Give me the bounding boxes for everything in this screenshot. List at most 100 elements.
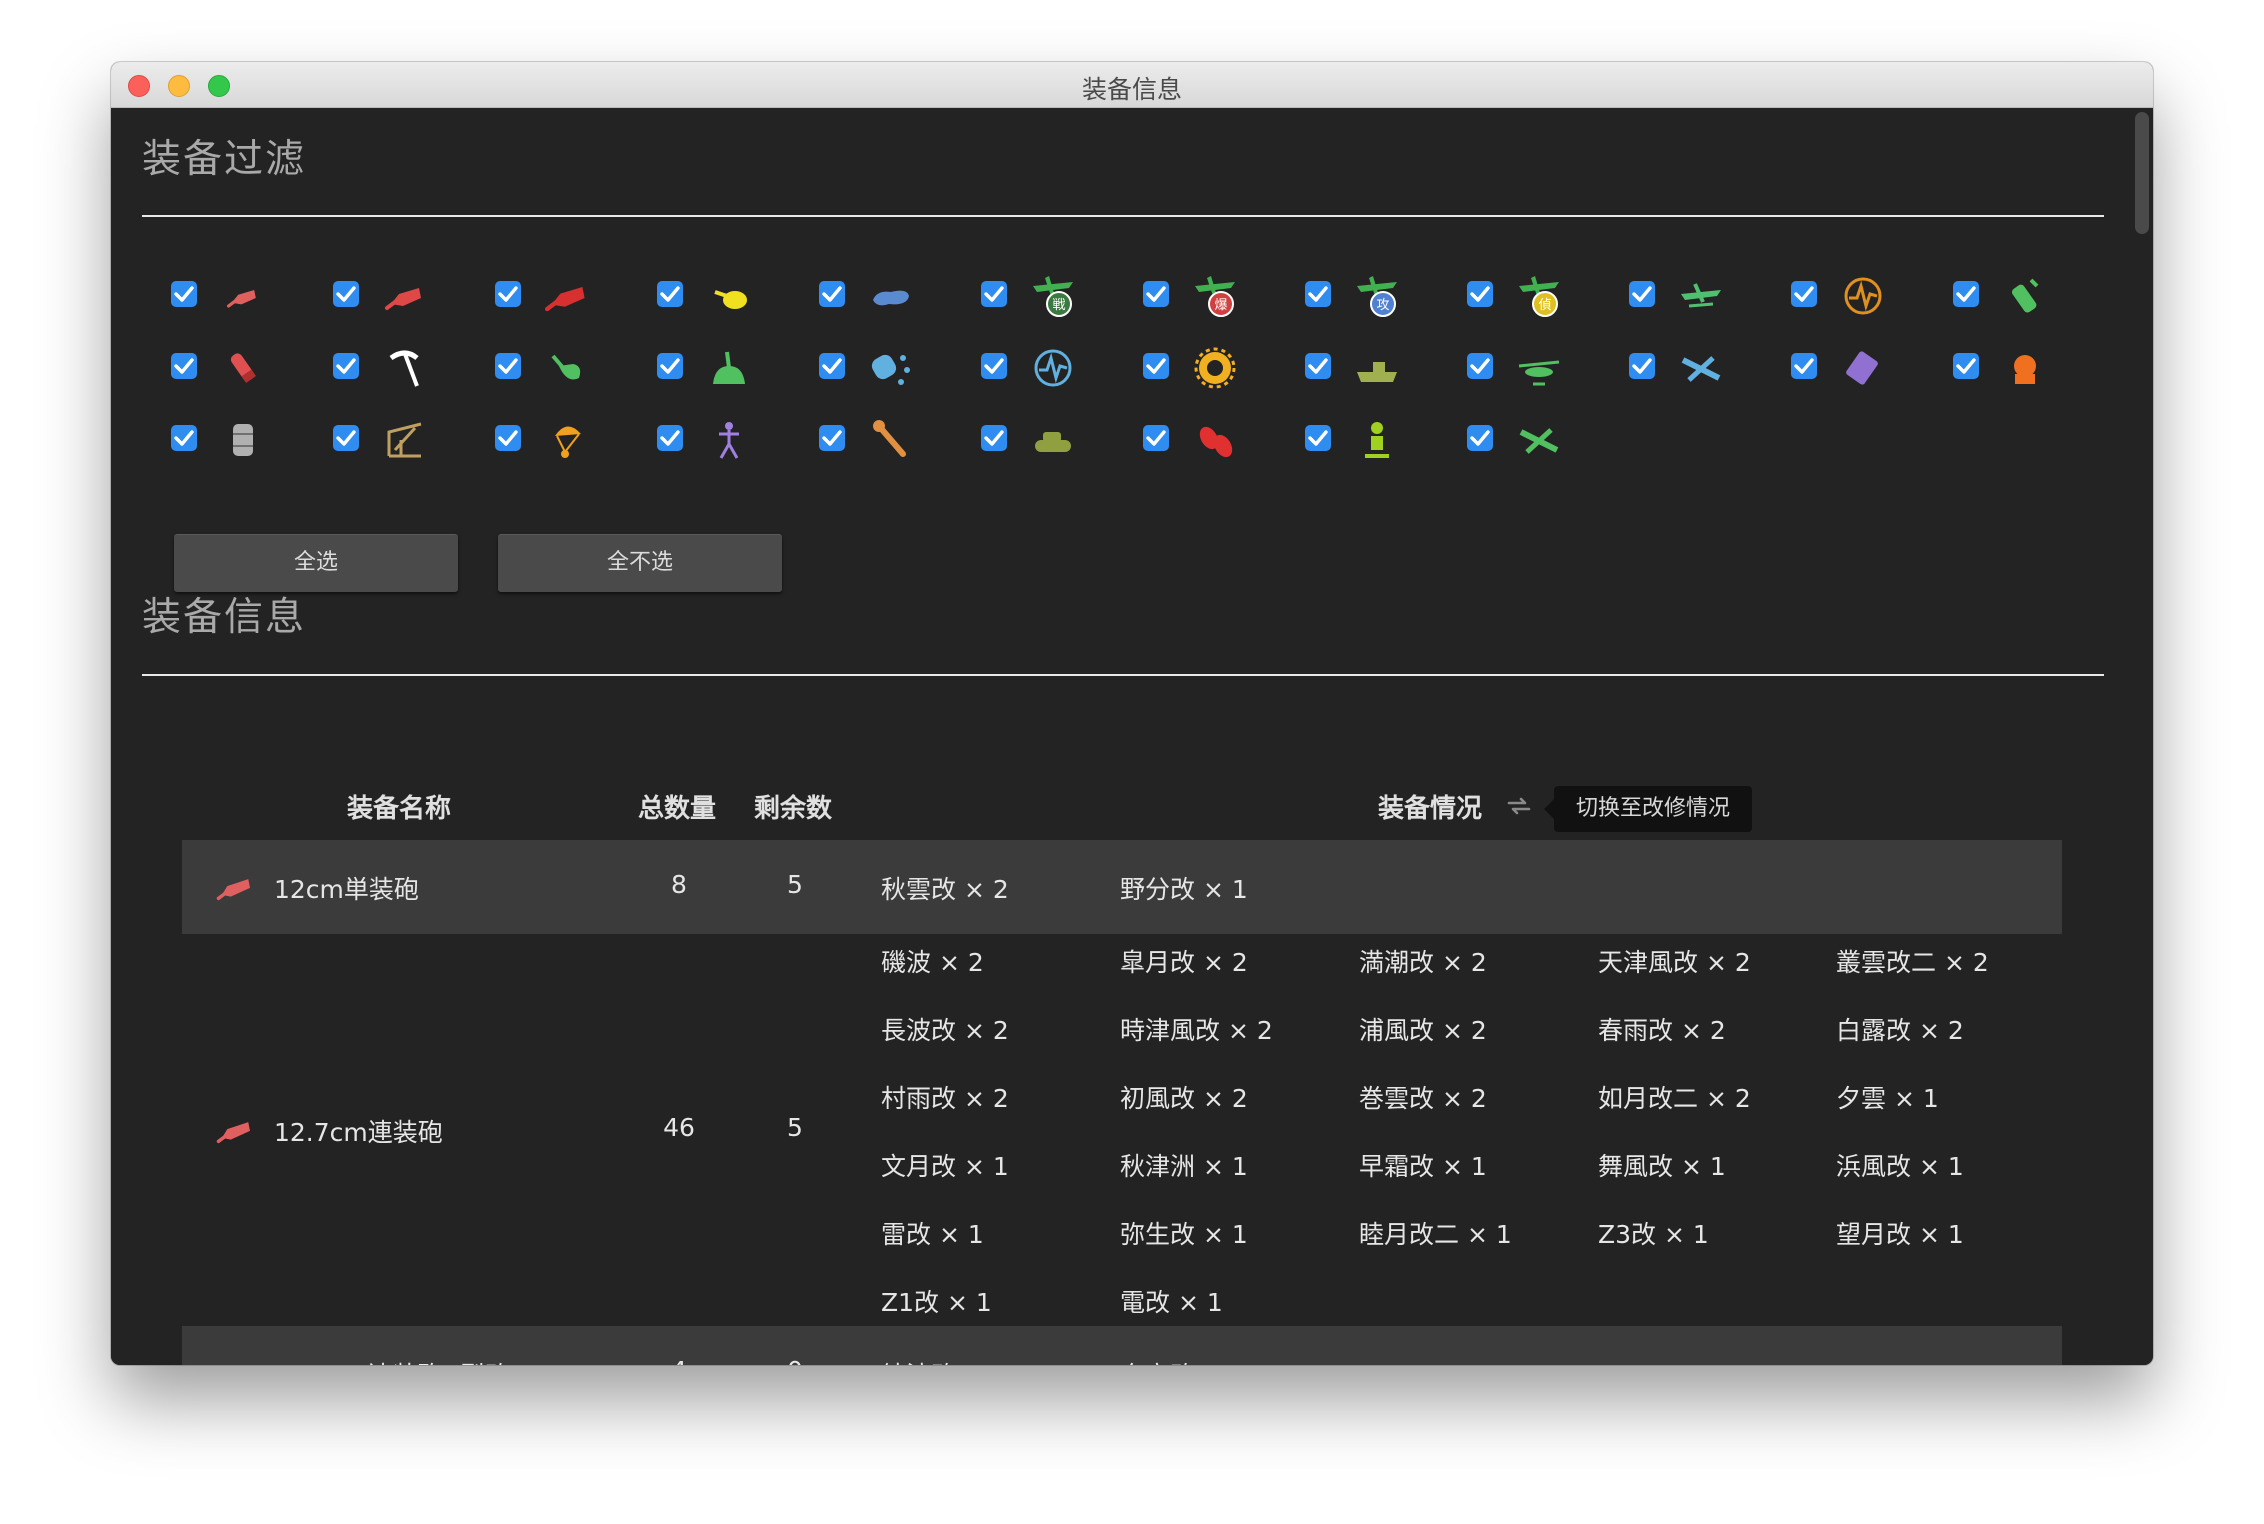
filter-recon-plane[interactable]: 偵 bbox=[1467, 268, 1587, 324]
filter-checkbox[interactable] bbox=[1953, 353, 1979, 379]
fighter-plane-icon: 戦 bbox=[1029, 272, 1077, 320]
filter-pickaxe[interactable] bbox=[333, 340, 453, 396]
filter-checkbox[interactable] bbox=[1305, 281, 1331, 307]
filter-lookout-personnel[interactable] bbox=[657, 412, 777, 468]
filter-checkbox[interactable] bbox=[495, 425, 521, 451]
filter-checkbox[interactable] bbox=[1629, 281, 1655, 307]
filter-checkbox[interactable] bbox=[1305, 425, 1331, 451]
filter-checkbox[interactable] bbox=[1143, 353, 1169, 379]
filter-checkbox[interactable] bbox=[1305, 353, 1331, 379]
filter-medium-gun[interactable] bbox=[333, 268, 453, 324]
filter-armor-plate[interactable] bbox=[1791, 340, 1911, 396]
filter-checkbox[interactable] bbox=[1791, 353, 1817, 379]
filter-checkbox[interactable] bbox=[171, 353, 197, 379]
landing-craft-icon bbox=[1353, 344, 1401, 392]
filter-large-gun[interactable] bbox=[495, 268, 615, 324]
filter-checkbox[interactable] bbox=[333, 353, 359, 379]
window-title: 装备信息 bbox=[1081, 75, 1182, 104]
filter-checkbox[interactable] bbox=[657, 281, 683, 307]
depth-charge-icon bbox=[867, 344, 915, 392]
ship-equipped-entry: 如月改二 × 2 bbox=[1598, 1084, 1751, 1113]
filter-aa-gun[interactable] bbox=[495, 340, 615, 396]
sonar-icon bbox=[1029, 344, 1077, 392]
torpedo-icon bbox=[867, 272, 915, 320]
table-row[interactable] bbox=[182, 934, 2062, 1326]
filter-autogyro[interactable] bbox=[1467, 340, 1587, 396]
filter-checkbox[interactable] bbox=[1629, 353, 1655, 379]
ship-equipped-entry: 白露改 × 2 bbox=[1836, 1016, 1964, 1045]
filter-checkbox[interactable] bbox=[819, 281, 845, 307]
filter-checkbox[interactable] bbox=[171, 425, 197, 451]
filter-depth-charge[interactable] bbox=[819, 340, 939, 396]
filter-checkbox[interactable] bbox=[819, 425, 845, 451]
scrollbar-thumb[interactable] bbox=[2135, 112, 2149, 234]
ship-equipped-entry: 秋津洲 × 1 bbox=[1120, 1152, 1248, 1181]
filter-ration[interactable] bbox=[1143, 412, 1263, 468]
column-header-total: 总数量 bbox=[638, 794, 717, 824]
filter-sonar[interactable] bbox=[981, 340, 1101, 396]
filter-checkbox[interactable] bbox=[1143, 425, 1169, 451]
ship-equipped-entry: 野分改 × 1 bbox=[1120, 875, 1248, 904]
filter-searchlight[interactable] bbox=[1953, 340, 2073, 396]
filter-jet-plane[interactable] bbox=[1467, 412, 1587, 468]
ship-equipped-entry: 満潮改 × 2 bbox=[1359, 948, 1487, 977]
filter-checkbox[interactable] bbox=[495, 281, 521, 307]
filter-checkbox[interactable] bbox=[1467, 353, 1493, 379]
ship-equipped-entry: 文月改 × 1 bbox=[881, 1152, 1009, 1181]
filter-checkbox[interactable] bbox=[1953, 281, 1979, 307]
vertical-scrollbar[interactable] bbox=[2131, 108, 2153, 1365]
filter-radar[interactable] bbox=[1791, 268, 1911, 324]
filter-torpedo-bomber[interactable]: 攻 bbox=[1305, 268, 1425, 324]
filter-aa-mount[interactable] bbox=[657, 340, 777, 396]
filter-drum-canister[interactable] bbox=[171, 412, 291, 468]
filter-checkbox[interactable] bbox=[1143, 281, 1169, 307]
filter-seaplane[interactable] bbox=[1629, 268, 1749, 324]
equipment-name: 12cm単装砲 bbox=[274, 875, 419, 904]
filter-checkbox[interactable] bbox=[981, 281, 1007, 307]
filter-parachute-flare[interactable] bbox=[495, 412, 615, 468]
filter-dive-bomber[interactable]: 爆 bbox=[1143, 268, 1263, 324]
filter-personnel[interactable] bbox=[1305, 412, 1425, 468]
filter-checkbox[interactable] bbox=[981, 353, 1007, 379]
ship-equipped-entry: 磯波 × 2 bbox=[881, 948, 984, 977]
filter-engine[interactable] bbox=[1143, 340, 1263, 396]
filter-checkbox[interactable] bbox=[657, 353, 683, 379]
toggle-improvement-view-button[interactable]: 切换至改修情况 bbox=[1544, 786, 1752, 832]
equipment-remaining: 0 bbox=[755, 1356, 835, 1365]
filter-asw-plane[interactable] bbox=[1629, 340, 1749, 396]
filter-checkbox[interactable] bbox=[171, 281, 197, 307]
filter-shell[interactable] bbox=[1953, 268, 2073, 324]
filter-checkbox[interactable] bbox=[495, 353, 521, 379]
medium-gun-icon bbox=[381, 272, 429, 320]
filter-checkbox[interactable] bbox=[819, 353, 845, 379]
svg-text:戦: 戦 bbox=[1052, 298, 1065, 313]
filter-ap-shell[interactable] bbox=[171, 340, 291, 396]
filter-torpedo[interactable] bbox=[819, 268, 939, 324]
filter-tank[interactable] bbox=[981, 412, 1101, 468]
ship-equipped-entry: 長波改 × 2 bbox=[881, 1016, 1009, 1045]
seaplane-icon bbox=[1677, 272, 1725, 320]
filter-checkbox[interactable] bbox=[981, 425, 1007, 451]
filter-section-title: 装备过滤 bbox=[142, 137, 307, 182]
filter-landing-craft[interactable] bbox=[1305, 340, 1425, 396]
ship-equipped-entry: 浜風改 × 1 bbox=[1836, 1152, 1964, 1181]
small-gun-icon bbox=[219, 272, 267, 320]
filter-checkbox[interactable] bbox=[333, 425, 359, 451]
filter-wrench[interactable] bbox=[819, 412, 939, 468]
tank-icon bbox=[1029, 416, 1077, 464]
filter-checkbox[interactable] bbox=[333, 281, 359, 307]
filter-secondary-gun[interactable] bbox=[657, 268, 777, 324]
swap-icon[interactable] bbox=[1505, 795, 1533, 817]
filter-checkbox[interactable] bbox=[1467, 281, 1493, 307]
filter-repair-facility[interactable] bbox=[333, 412, 453, 468]
recon-plane-icon: 偵 bbox=[1515, 272, 1563, 320]
filter-checkbox[interactable] bbox=[1467, 425, 1493, 451]
filter-fighter-plane[interactable]: 戦 bbox=[981, 268, 1101, 324]
filter-checkbox[interactable] bbox=[1791, 281, 1817, 307]
filter-small-gun[interactable] bbox=[171, 268, 291, 324]
select-all-button[interactable]: 全选 bbox=[174, 534, 458, 592]
repair-facility-icon bbox=[381, 416, 429, 464]
filter-checkbox[interactable] bbox=[657, 425, 683, 451]
select-none-button[interactable]: 全不选 bbox=[498, 534, 782, 592]
equipment-total: 4 bbox=[639, 1356, 719, 1365]
